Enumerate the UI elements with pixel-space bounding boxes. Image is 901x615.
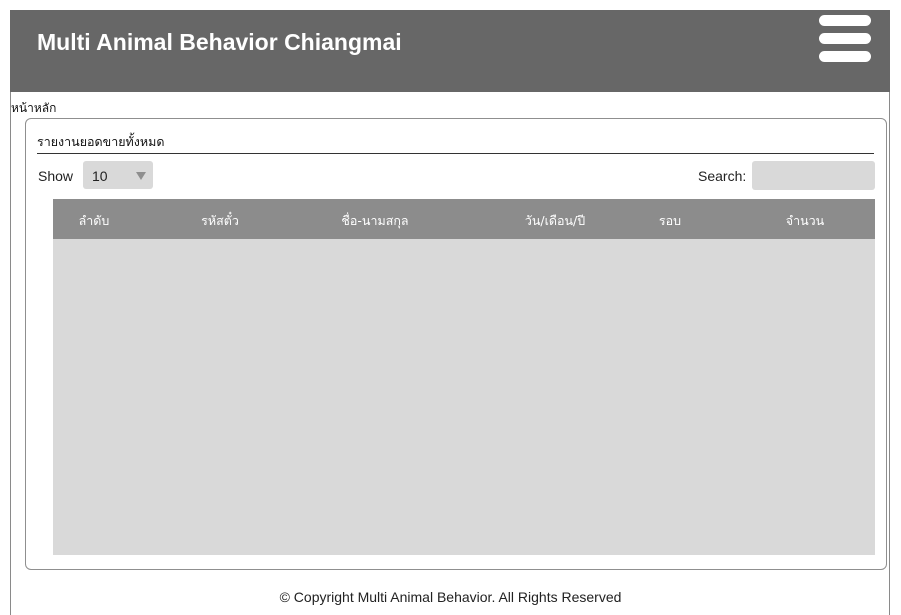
table-body — [53, 239, 875, 555]
show-entries-value: 10 — [92, 168, 108, 184]
menu-bar — [819, 15, 871, 26]
hamburger-menu-icon[interactable] — [819, 15, 871, 63]
sales-report-panel: รายงานยอดขายทั้งหมด Show 10 Search: ลำดั… — [25, 118, 887, 570]
column-header-quantity[interactable]: จำนวน — [786, 211, 824, 231]
search-label: Search: — [698, 168, 747, 184]
menu-bar — [819, 33, 871, 44]
show-entries-label: Show — [38, 168, 74, 184]
breadcrumb-home-link[interactable]: หน้าหลัก — [11, 99, 56, 118]
panel-title: รายงานยอดขายทั้งหมด — [37, 134, 165, 149]
search-input[interactable] — [752, 161, 875, 190]
dropdown-arrow-icon — [136, 172, 146, 180]
column-header-ticket-code[interactable]: รหัสตั๋ว — [201, 211, 239, 231]
column-header-order[interactable]: ลำดับ — [79, 211, 110, 231]
column-header-round[interactable]: รอบ — [659, 211, 681, 231]
footer-copyright: © Copyright Multi Animal Behavior. All R… — [279, 589, 622, 605]
column-header-full-name[interactable]: ชื่อ-นามสกุล — [341, 211, 408, 231]
menu-bar — [819, 51, 871, 62]
top-header: Multi Animal Behavior Chiangmai — [10, 10, 890, 92]
app-title: Multi Animal Behavior Chiangmai — [37, 29, 402, 55]
column-header-date[interactable]: วัน/เดือน/ปี — [525, 211, 585, 231]
title-divider — [37, 153, 874, 154]
show-entries-select[interactable]: 10 — [83, 161, 153, 189]
table-header-row: ลำดับ รหัสตั๋ว ชื่อ-นามสกุล วัน/เดือน/ปี… — [53, 199, 875, 239]
